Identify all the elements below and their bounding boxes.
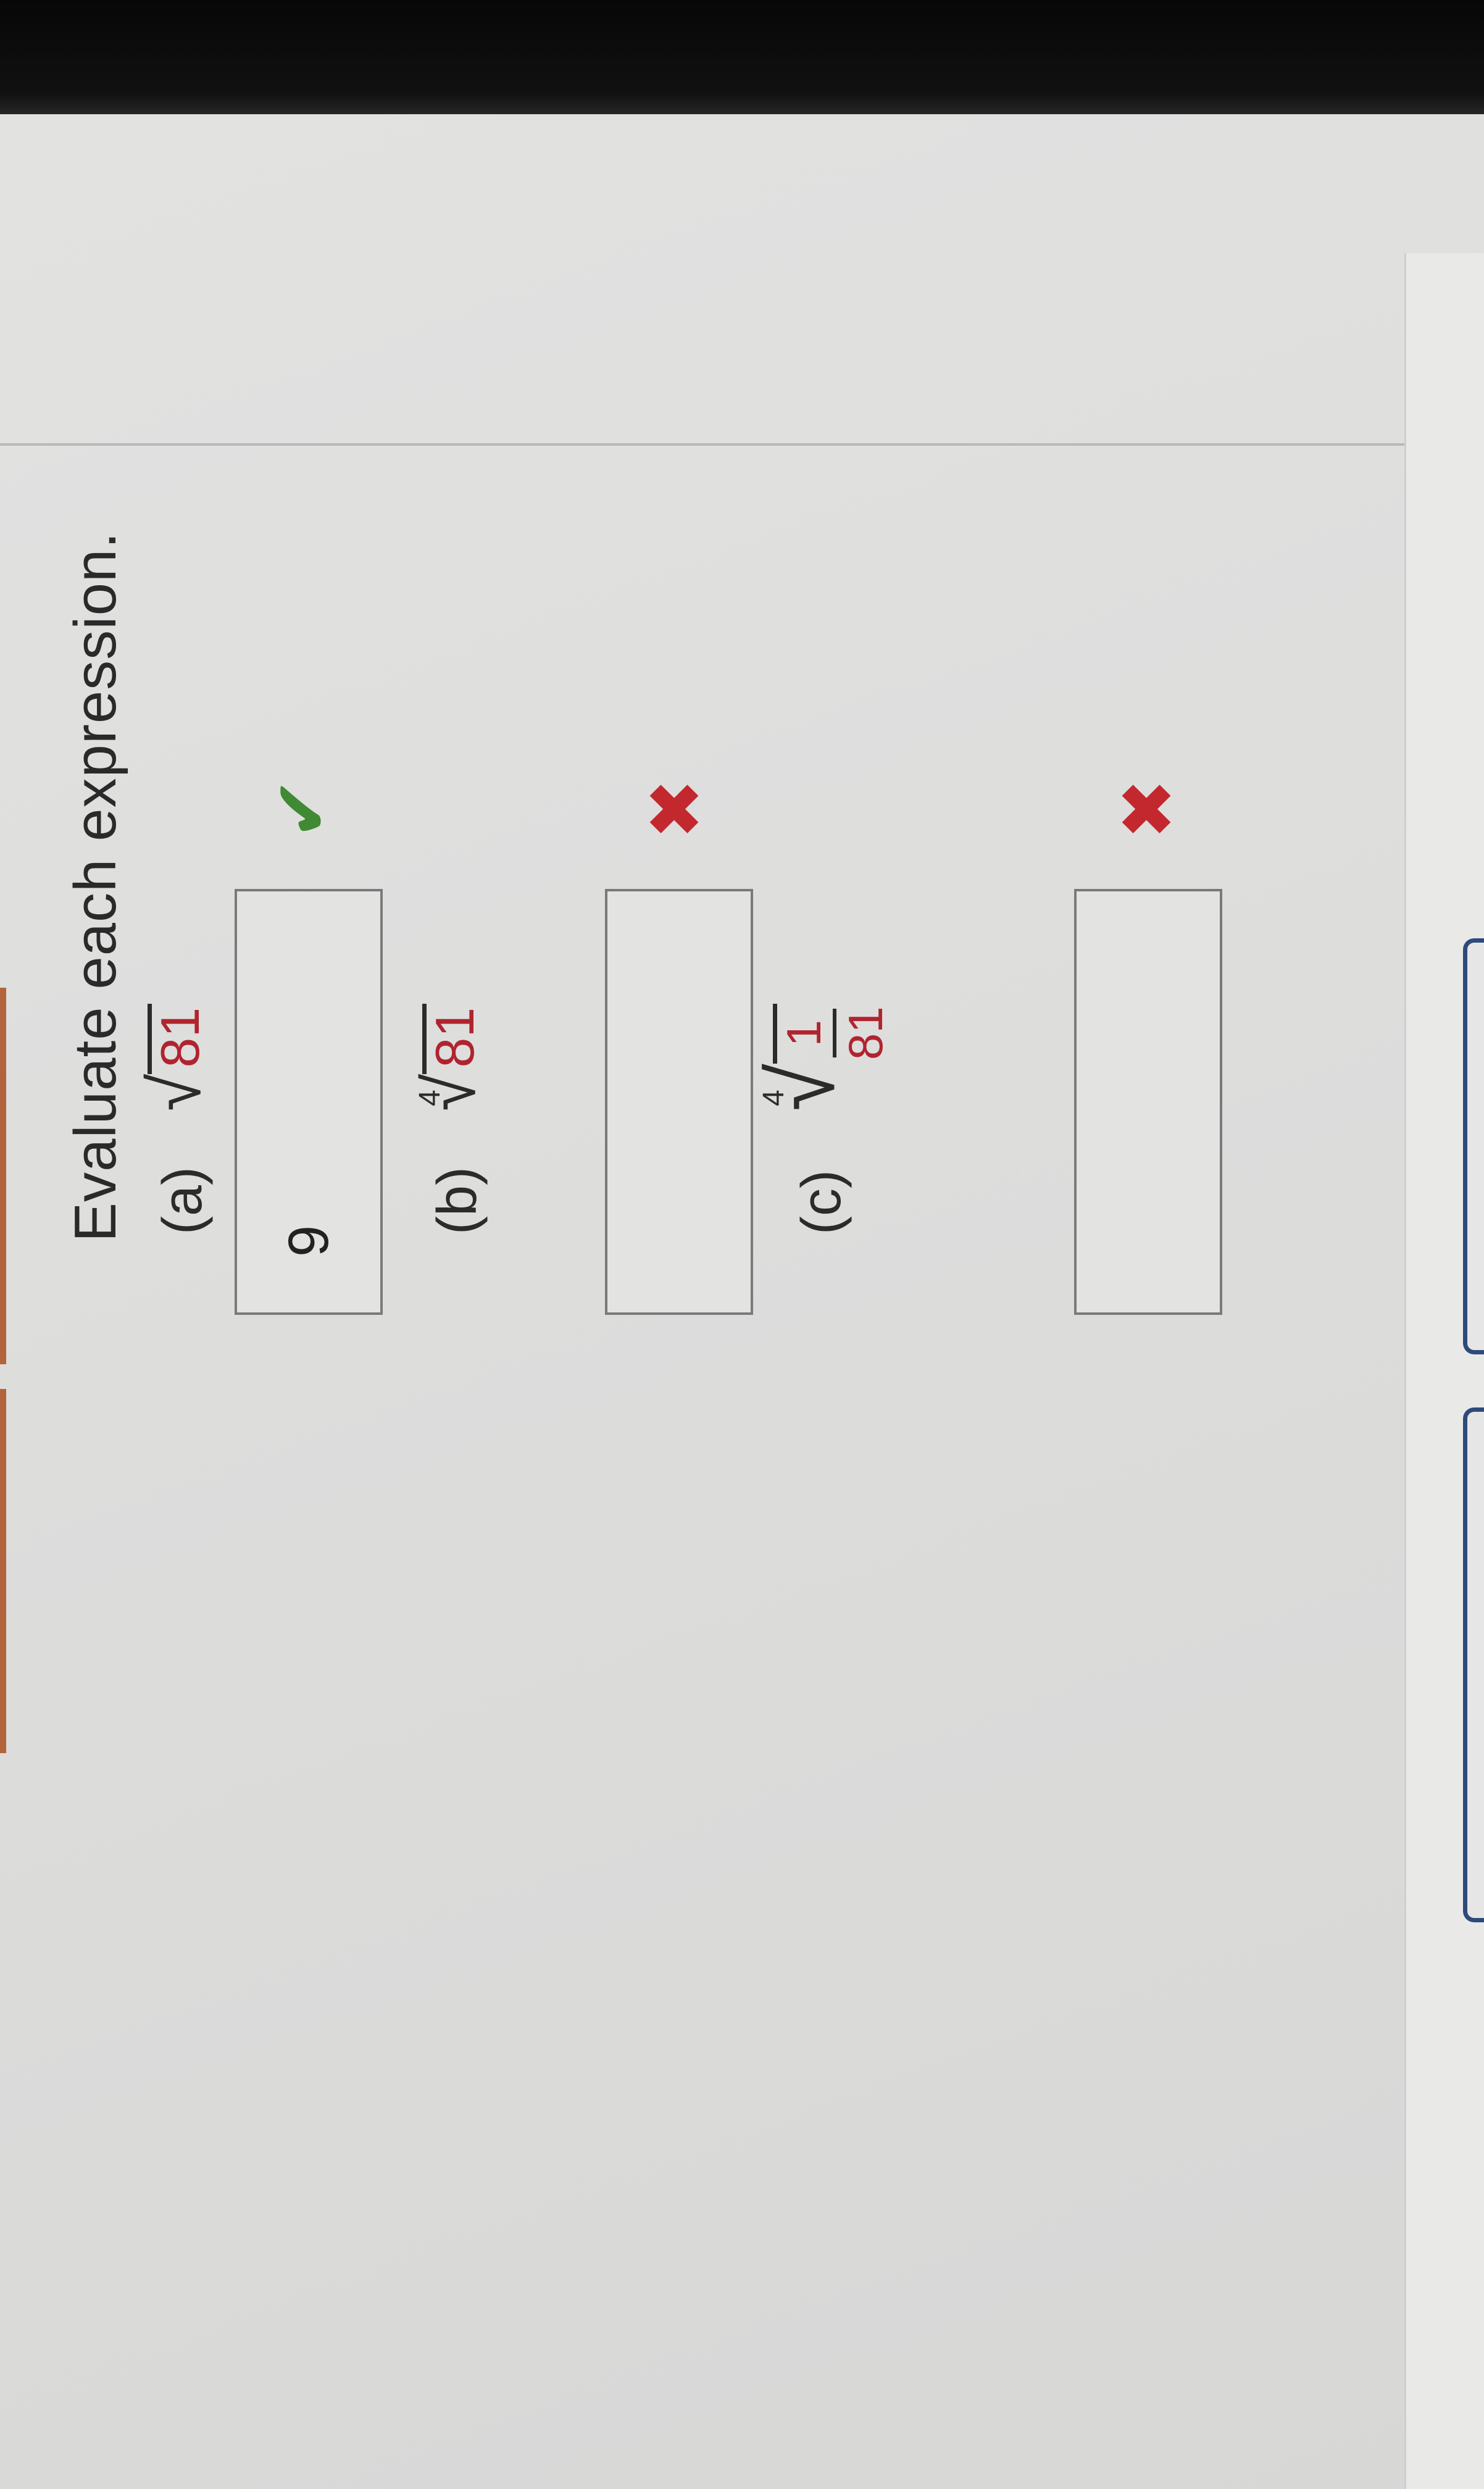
part-c-expression: 4 √ 1 81 bbox=[751, 1004, 893, 1111]
part-c-fraction: 1 81 bbox=[777, 1006, 893, 1061]
part-b-expression: 4 √81 bbox=[410, 1003, 491, 1111]
side-panel bbox=[1404, 253, 1484, 2489]
left-edge-accent bbox=[0, 988, 6, 1364]
part-b-answer-input[interactable] bbox=[605, 889, 753, 1315]
question-panel: Evaluate each expression. (a) √81 9 ✔ (b… bbox=[62, 512, 1358, 1315]
header-divider bbox=[0, 443, 1407, 446]
side-tab-spacer bbox=[1463, 1000, 1484, 1003]
radical-icon: √ bbox=[410, 1074, 491, 1111]
part-a-label: (a) bbox=[152, 1167, 214, 1235]
part-b-radicand: 81 bbox=[422, 1003, 485, 1074]
left-edge-accent-lower bbox=[0, 1389, 6, 1753]
part-c-label: (c) bbox=[791, 1170, 852, 1235]
radical-icon: √ bbox=[751, 1064, 853, 1111]
part-c-numerator: 1 bbox=[777, 1009, 836, 1058]
part-c-denominator: 81 bbox=[838, 1006, 893, 1061]
part-c-answer-input[interactable] bbox=[1074, 889, 1222, 1315]
monitor-bezel bbox=[0, 0, 1484, 117]
side-tab-upper[interactable] bbox=[1463, 1407, 1484, 1922]
part-c-radicand: 1 81 bbox=[773, 1004, 893, 1064]
photo-frame: Evaluate each expression. (a) √81 9 ✔ (b… bbox=[0, 0, 1484, 2489]
question-instruction: Evaluate each expression. bbox=[62, 531, 128, 1242]
part-b-label: (b) bbox=[427, 1167, 488, 1235]
part-a-answer-value: 9 bbox=[277, 1225, 340, 1257]
check-icon: ✔ bbox=[259, 777, 345, 840]
part-a-radicand: 81 bbox=[148, 1003, 211, 1074]
x-icon: ✖ bbox=[1105, 778, 1190, 840]
part-a-answer-input[interactable]: 9 bbox=[235, 889, 383, 1315]
x-icon: ✖ bbox=[633, 778, 718, 840]
radical-icon: √ bbox=[135, 1074, 216, 1111]
part-a-expression: √81 bbox=[135, 1003, 216, 1111]
